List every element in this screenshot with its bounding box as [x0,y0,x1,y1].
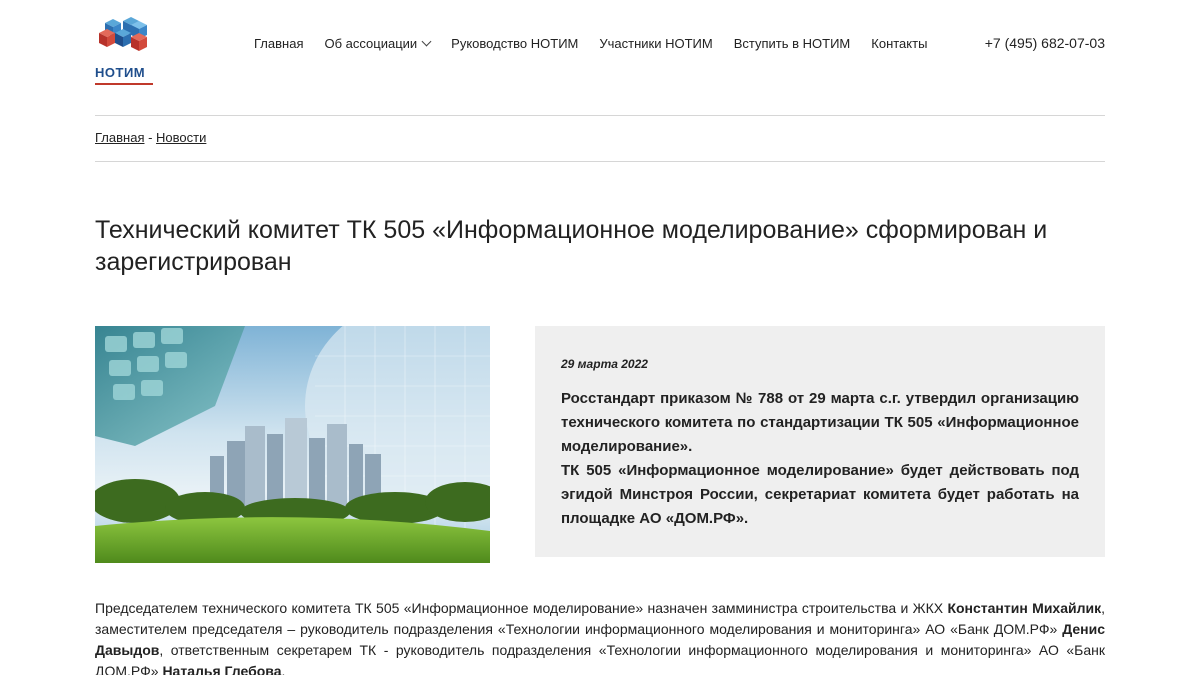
person-chairman: Константин Михайлик [947,600,1102,616]
body-text-1: Председателем технического комитета ТК 5… [95,600,948,616]
breadcrumb-home[interactable]: Главная [95,130,144,145]
logo-wordmark: НОТИМ [95,65,146,80]
phone-number[interactable]: +7 (495) 682-07-03 [985,35,1105,51]
nav-item-about-label: Об ассоциации [324,36,418,51]
breadcrumb-news[interactable]: Новости [156,130,206,145]
nav-item-join[interactable]: Вступить в НОТИМ [734,36,851,51]
article-image [95,326,490,563]
breadcrumb: Главная - Новости [95,130,206,145]
main-nav: Главная Об ассоциации Руководство НОТИМ … [254,36,927,51]
header-divider [95,115,1105,116]
nav-item-members[interactable]: Участники НОТИМ [599,36,712,51]
page-title: Технический комитет ТК 505 «Информационн… [95,216,1048,276]
article-lead-paragraph-1: Росстандарт приказом № 788 от 29 марта с… [561,390,1079,455]
article-lead-paragraph-2: ТК 505 «Информационное моделирование» бу… [561,462,1079,527]
article-lead-box: 29 марта 2022 Росстандарт приказом № 788… [535,326,1105,557]
nav-item-leadership[interactable]: Руководство НОТИМ [451,36,578,51]
nav-item-about[interactable]: Об ассоциации [324,36,432,51]
article-body: Председателем технического комитета ТК 5… [95,598,1105,675]
nav-item-home[interactable]: Главная [254,36,303,51]
logo-cubes-icon [99,17,147,51]
breadcrumb-separator: - [144,130,157,145]
body-text-4: . [281,663,286,675]
breadcrumb-divider [95,161,1105,162]
logo-underline [95,83,153,85]
person-secretary: Наталья Глебова [162,663,282,675]
site-header: НОТИМ Главная Об ассоциации Руководство … [95,0,1105,90]
chevron-down-icon [421,36,432,47]
notim-logo[interactable]: НОТИМ [95,15,155,85]
article-date: 29 марта 2022 [561,357,648,371]
nav-item-contacts[interactable]: Контакты [871,36,927,51]
